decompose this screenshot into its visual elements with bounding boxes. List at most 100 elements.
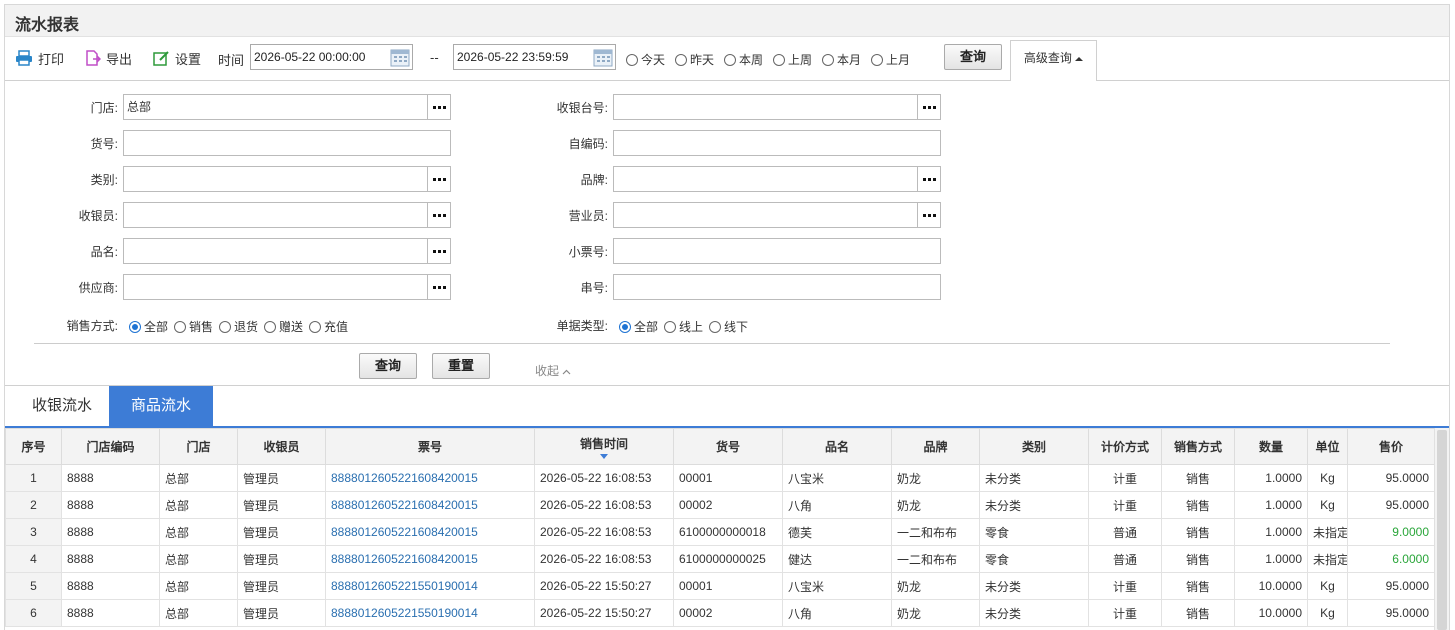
radio-this-month[interactable]: 本月 bbox=[822, 51, 861, 68]
serial-no-field[interactable] bbox=[613, 274, 941, 300]
register-no-field[interactable] bbox=[613, 94, 941, 120]
sale-mode-recharge[interactable]: 充值 bbox=[309, 318, 348, 335]
radio-circle[interactable] bbox=[309, 320, 321, 333]
export-label: 导出 bbox=[106, 51, 133, 67]
brand-field[interactable] bbox=[613, 166, 941, 192]
table-row[interactable]: 2 8888 总部 管理员 8888012605221608420015 2026-05-… bbox=[5, 491, 1435, 519]
bill-type-offline[interactable]: 线下 bbox=[709, 318, 748, 335]
radio-circle[interactable] bbox=[724, 53, 736, 66]
sale-mode-sale[interactable]: 销售 bbox=[174, 318, 213, 335]
category-picker-button[interactable] bbox=[427, 167, 450, 191]
column-header[interactable]: 售价 bbox=[1347, 428, 1435, 465]
column-header[interactable]: 收银员 bbox=[237, 428, 326, 465]
table-row[interactable]: 4 8888 总部 管理员 8888012605221608420015 2026-05-… bbox=[5, 545, 1435, 573]
table-row[interactable]: 5 8888 总部 管理员 8888012605221550190014 2026-05-… bbox=[5, 572, 1435, 600]
print-button[interactable]: 打印 bbox=[15, 48, 64, 68]
export-button[interactable]: 导出 bbox=[85, 48, 132, 68]
table-cell: 6100000000025 bbox=[673, 545, 783, 573]
collapse-toggle[interactable]: 收起 bbox=[535, 362, 571, 379]
column-header[interactable]: 计价方式 bbox=[1088, 428, 1162, 465]
radio-circle[interactable] bbox=[174, 320, 186, 333]
receipt-link[interactable]: 8888012605221608420015 bbox=[325, 518, 535, 546]
table-cell: 管理员 bbox=[237, 545, 326, 573]
salesperson-picker-button[interactable] bbox=[917, 203, 940, 227]
radio-circle[interactable] bbox=[129, 320, 141, 333]
column-header[interactable]: 数量 bbox=[1234, 428, 1308, 465]
supplier-picker-button[interactable] bbox=[427, 275, 450, 299]
settings-label: 设置 bbox=[175, 51, 202, 67]
column-header-label: 销售时间 bbox=[579, 436, 628, 451]
sale-mode-gift[interactable]: 赠送 bbox=[264, 318, 303, 335]
sale-mode-all[interactable]: 全部 bbox=[129, 318, 168, 335]
column-header[interactable]: 销售方式 bbox=[1161, 428, 1235, 465]
receipt-link[interactable]: 8888012605221550190014 bbox=[325, 599, 535, 627]
vertical-scrollbar[interactable] bbox=[1434, 428, 1449, 630]
column-header[interactable]: 票号 bbox=[325, 428, 535, 465]
serial-no-label: 串号: bbox=[580, 281, 608, 295]
receipt-link[interactable]: 8888012605221608420015 bbox=[325, 491, 535, 519]
column-header[interactable]: 序号 bbox=[5, 428, 62, 465]
salesperson-field[interactable] bbox=[613, 202, 941, 228]
store-field[interactable]: 总部 bbox=[123, 94, 451, 120]
column-header-sorted[interactable]: 销售时间 bbox=[534, 428, 674, 465]
receipt-no-field[interactable] bbox=[613, 238, 941, 264]
query-button[interactable]: 查询 bbox=[944, 44, 1002, 70]
tab-product-flow[interactable]: 商品流水 bbox=[109, 386, 213, 426]
receipt-link[interactable]: 8888012605221608420015 bbox=[325, 464, 535, 492]
table-row[interactable]: 1 8888 总部 管理员 8888012605221608420015 2026-05-… bbox=[5, 464, 1435, 492]
radio-circle[interactable] bbox=[773, 53, 785, 66]
radio-circle[interactable] bbox=[626, 53, 638, 66]
settings-button[interactable]: 设置 bbox=[153, 48, 201, 68]
store-picker-button[interactable] bbox=[427, 95, 450, 119]
column-header[interactable]: 货号 bbox=[673, 428, 783, 465]
radio-circle[interactable] bbox=[619, 320, 631, 333]
supplier-field[interactable] bbox=[123, 274, 451, 300]
radio-this-week[interactable]: 本周 bbox=[724, 51, 763, 68]
register-no-picker-button[interactable] bbox=[917, 95, 940, 119]
advanced-query-button[interactable]: 查询 bbox=[359, 353, 417, 379]
table-row[interactable]: 6 8888 总部 管理员 8888012605221550190014 2026-05-… bbox=[5, 599, 1435, 627]
radio-circle[interactable] bbox=[664, 320, 676, 333]
radio-circle[interactable] bbox=[675, 53, 687, 66]
cashier-picker-button[interactable] bbox=[427, 203, 450, 227]
table-row[interactable]: 3 8888 总部 管理员 8888012605221608420015 2026-05-… bbox=[5, 518, 1435, 546]
tab-cashier-flow[interactable]: 收银流水 bbox=[13, 386, 111, 426]
radio-label: 销售 bbox=[189, 320, 214, 334]
product-name-picker-button[interactable] bbox=[427, 239, 450, 263]
radio-circle[interactable] bbox=[709, 320, 721, 333]
receipt-link[interactable]: 8888012605221550190014 bbox=[325, 572, 535, 600]
radio-last-month[interactable]: 上月 bbox=[871, 51, 910, 68]
bill-type-online[interactable]: 线上 bbox=[664, 318, 703, 335]
column-header[interactable]: 类别 bbox=[979, 428, 1089, 465]
sale-mode-return[interactable]: 退货 bbox=[219, 318, 258, 335]
column-header[interactable]: 门店 bbox=[159, 428, 238, 465]
table-cell: 奶龙 bbox=[891, 599, 980, 627]
category-field[interactable] bbox=[123, 166, 451, 192]
bill-type-all[interactable]: 全部 bbox=[619, 318, 658, 335]
calendar-icon[interactable] bbox=[593, 47, 613, 67]
radio-circle[interactable] bbox=[822, 53, 834, 66]
custom-code-field[interactable] bbox=[613, 130, 941, 156]
radio-today[interactable]: 今天 bbox=[626, 51, 665, 68]
receipt-link[interactable]: 8888012605221608420015 bbox=[325, 545, 535, 573]
radio-last-week[interactable]: 上周 bbox=[773, 51, 812, 68]
radio-yesterday[interactable]: 昨天 bbox=[675, 51, 714, 68]
column-header[interactable]: 门店编码 bbox=[61, 428, 160, 465]
calendar-icon[interactable] bbox=[390, 47, 410, 67]
start-time-input[interactable]: 2026-05-22 00:00:00 bbox=[250, 44, 413, 70]
item-code-field[interactable] bbox=[123, 130, 451, 156]
brand-picker-button[interactable] bbox=[917, 167, 940, 191]
column-header[interactable]: 单位 bbox=[1307, 428, 1348, 465]
cashier-field[interactable] bbox=[123, 202, 451, 228]
column-header[interactable]: 品名 bbox=[782, 428, 892, 465]
radio-circle[interactable] bbox=[219, 320, 231, 333]
column-header[interactable]: 品牌 bbox=[891, 428, 980, 465]
product-name-field[interactable] bbox=[123, 238, 451, 264]
table-cell: 未分类 bbox=[979, 599, 1089, 627]
reset-button[interactable]: 重置 bbox=[432, 353, 490, 379]
scrollbar-thumb[interactable] bbox=[1437, 430, 1447, 630]
radio-circle[interactable] bbox=[871, 53, 883, 66]
end-time-input[interactable]: 2026-05-22 23:59:59 bbox=[453, 44, 616, 70]
advanced-query-tab[interactable]: 高级查询 bbox=[1010, 40, 1097, 81]
radio-circle[interactable] bbox=[264, 320, 276, 333]
